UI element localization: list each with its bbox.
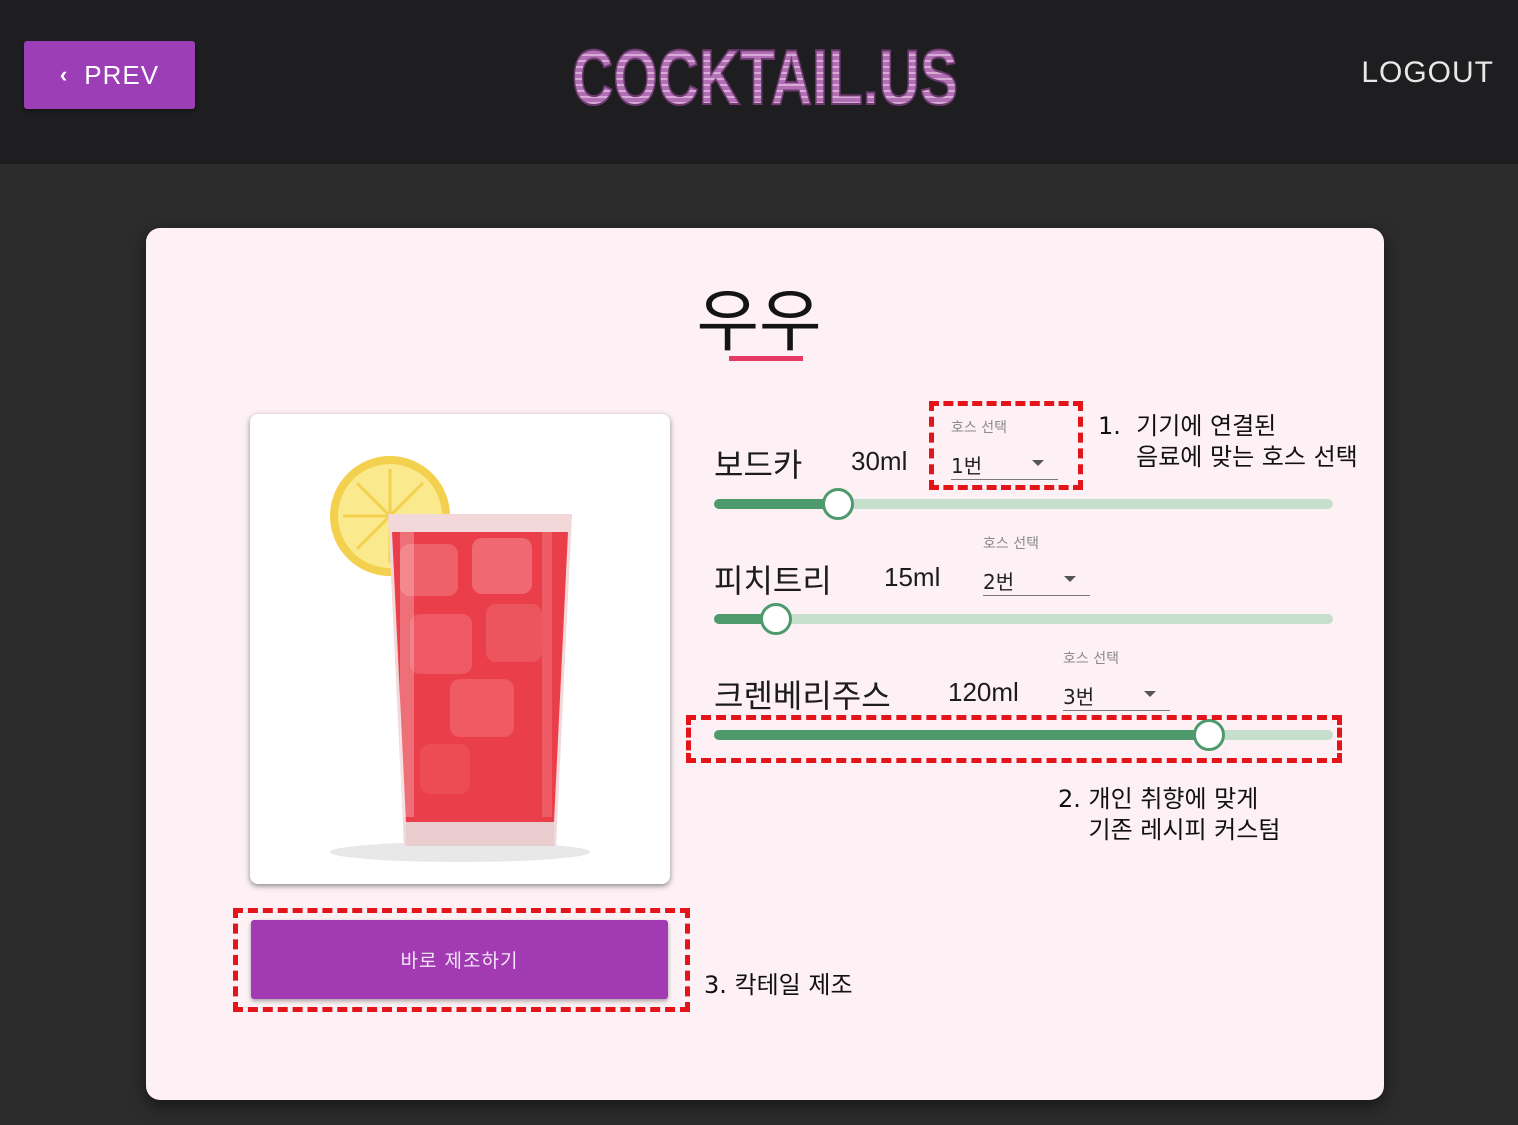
- annotation-box-hose-select: [929, 401, 1083, 490]
- slider-thumb[interactable]: [821, 488, 854, 520]
- slider-fill: [714, 499, 838, 509]
- amount-slider[interactable]: [714, 603, 1333, 635]
- ingredient-name: 보드카: [714, 446, 803, 484]
- slider-thumb[interactable]: [759, 603, 792, 635]
- annotation-customize: 2. 개인 취향에 맞게 기존 레시피 커스텀: [1058, 785, 1281, 844]
- annotation-box-make-button: [233, 908, 690, 1012]
- amount-slider[interactable]: [714, 488, 1333, 520]
- title-underline: [729, 356, 803, 361]
- prev-button[interactable]: ‹ PREV: [24, 41, 195, 109]
- hose-select[interactable]: 3번: [1063, 677, 1170, 711]
- dropdown-arrow-icon: [1144, 691, 1156, 697]
- ingredient-name: 피치트리: [714, 562, 832, 600]
- ingredient-amount: 30ml: [851, 446, 908, 476]
- cocktail-us-logo[interactable]: COCKTAIL.US: [560, 24, 970, 120]
- hose-select[interactable]: 2번: [983, 562, 1090, 596]
- dropdown-arrow-icon: [1064, 576, 1076, 582]
- cocktail-image: [250, 414, 670, 884]
- ingredient-amount: 15ml: [884, 562, 941, 592]
- ingredient-name: 크렌베리주스: [714, 677, 891, 715]
- recipe-title: 우우: [696, 283, 822, 362]
- annotation-box-slider: [686, 715, 1342, 763]
- hose-select-label: 호스 선택: [1063, 651, 1119, 667]
- ingredient-amount: 120ml: [948, 677, 1019, 707]
- prev-button-label: PREV: [84, 59, 160, 90]
- logo-text: COCKTAIL.US: [572, 33, 958, 120]
- chevron-left-icon: ‹: [59, 62, 69, 87]
- annotation-make: 3. 칵테일 제조: [704, 971, 853, 999]
- logout-button[interactable]: LOGOUT: [1361, 56, 1494, 90]
- hose-select-value: 2번: [983, 570, 1015, 594]
- annotation-select-hose: 1. 기기에 연결된 음료에 맞는 호스 선택: [1098, 412, 1358, 471]
- hose-select-value: 3번: [1063, 685, 1095, 709]
- red-cocktail-glass-icon: [330, 456, 590, 862]
- hose-select-label: 호스 선택: [983, 536, 1039, 552]
